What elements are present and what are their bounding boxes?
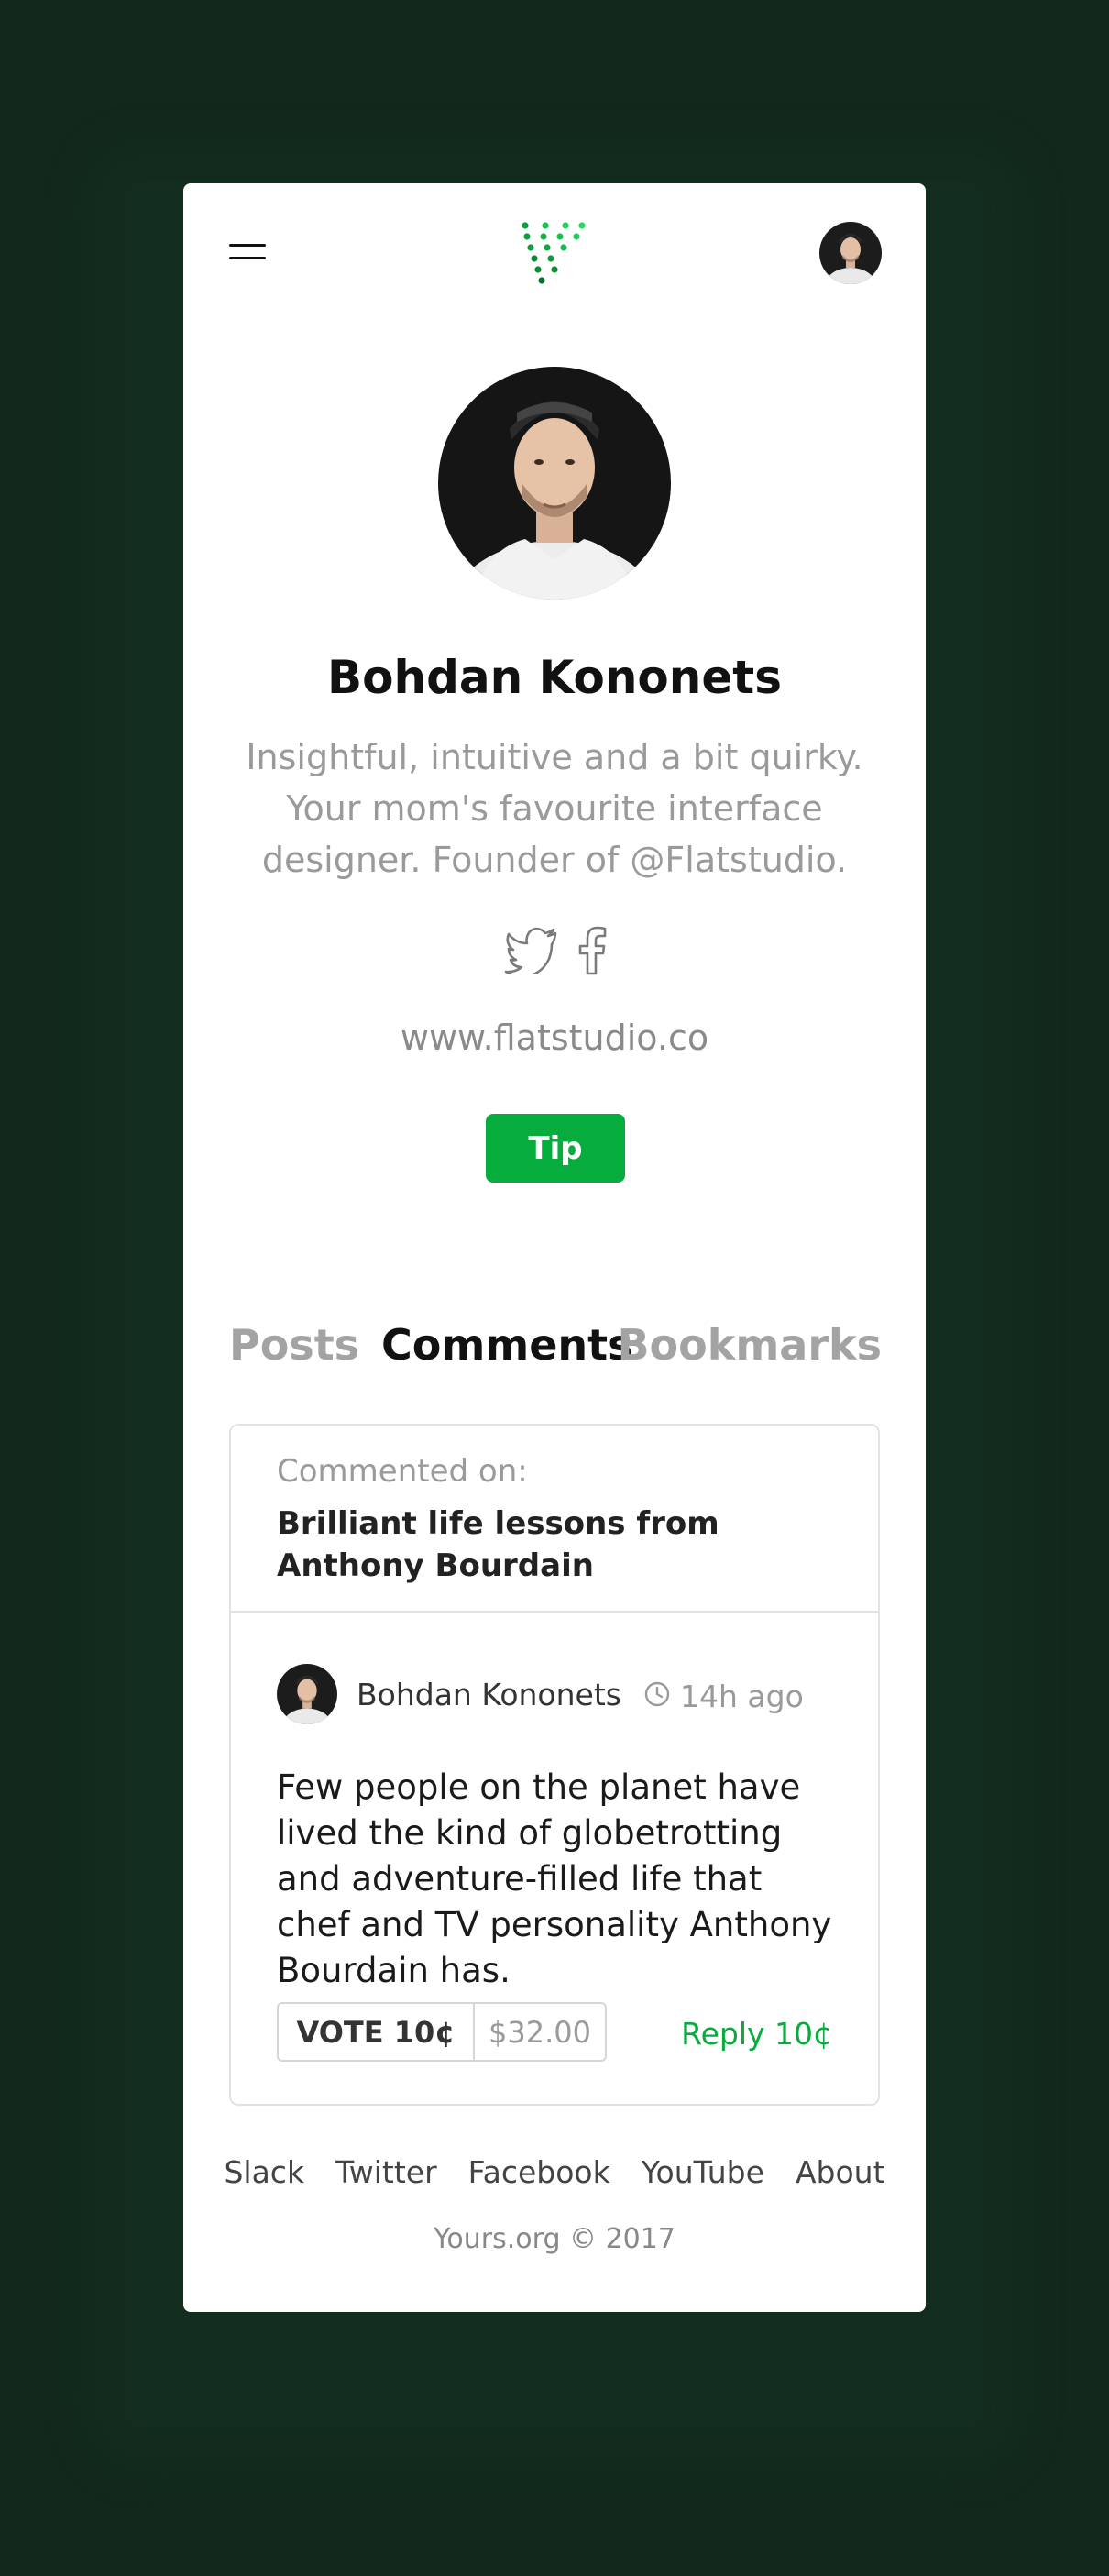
clock-icon bbox=[644, 1681, 670, 1707]
profile-bio: Insightful, intuitive and a bit quirky. … bbox=[246, 737, 863, 880]
author-avatar[interactable] bbox=[277, 1664, 337, 1724]
footer-link-about[interactable]: About bbox=[796, 2154, 885, 2190]
top-bar bbox=[183, 183, 926, 330]
profile-tabs: Posts Comments Bookmarks bbox=[229, 1320, 882, 1384]
tip-button[interactable]: Tip bbox=[486, 1114, 625, 1183]
footer-link-youtube[interactable]: YouTube bbox=[642, 2154, 764, 2190]
comment-card: Commented on: Brilliant life lessons fro… bbox=[229, 1424, 880, 2106]
commented-on-label: Commented on: bbox=[277, 1453, 528, 1490]
hamburger-menu-icon[interactable] bbox=[229, 244, 266, 262]
social-links bbox=[504, 926, 614, 977]
tab-posts[interactable]: Posts bbox=[229, 1320, 359, 1370]
footer-links: Slack Twitter Facebook YouTube About bbox=[183, 2154, 926, 2190]
footer-link-facebook[interactable]: Facebook bbox=[468, 2154, 610, 2190]
logo-icon[interactable] bbox=[518, 220, 591, 288]
comment-time: 14h ago bbox=[680, 1679, 804, 1714]
footer-link-twitter[interactable]: Twitter bbox=[335, 2154, 437, 2190]
reply-button[interactable]: Reply 10¢ bbox=[681, 2016, 832, 2052]
vote-amount: $32.00 bbox=[489, 2014, 591, 2050]
profile-card: Bohdan Kononets Insightful, intuitive an… bbox=[183, 183, 926, 2312]
vote-group: VOTE 10¢ $32.00 bbox=[277, 2002, 607, 2062]
tab-bookmarks[interactable]: Bookmarks bbox=[618, 1320, 883, 1370]
post-title-link[interactable]: Brilliant life lessons from Anthony Bour… bbox=[277, 1503, 827, 1587]
comment-body: Few people on the planet have lived the … bbox=[277, 1767, 832, 1990]
footer-link-slack[interactable]: Slack bbox=[224, 2154, 304, 2190]
copyright: Yours.org © 2017 bbox=[434, 2223, 675, 2255]
twitter-icon[interactable] bbox=[504, 926, 559, 974]
user-avatar[interactable] bbox=[819, 222, 882, 284]
profile-photo bbox=[438, 367, 671, 600]
comment-author-name[interactable]: Bohdan Kononets bbox=[357, 1677, 621, 1712]
tab-comments[interactable]: Comments bbox=[381, 1320, 633, 1370]
website-link[interactable]: www.flatstudio.co bbox=[183, 1018, 926, 1058]
divider bbox=[231, 1611, 878, 1613]
profile-name: Bohdan Kononets bbox=[327, 651, 782, 704]
facebook-icon[interactable] bbox=[576, 926, 609, 975]
vote-button[interactable]: VOTE 10¢ bbox=[279, 2004, 475, 2060]
